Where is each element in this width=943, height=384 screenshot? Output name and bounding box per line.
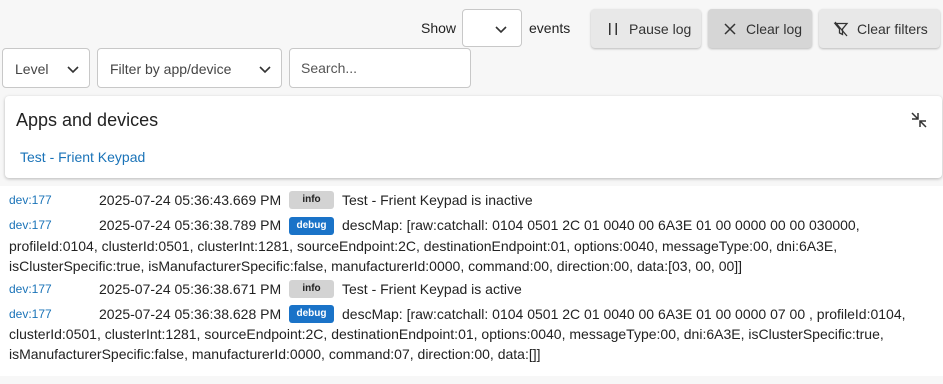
level-badge: info: [289, 191, 334, 210]
show-label: Show: [421, 20, 457, 36]
clear-log-button[interactable]: Clear log: [708, 9, 812, 48]
log-entry: dev:177 2025-07-24 05:36:43.669 PM info Te…: [0, 190, 943, 210]
log-message: Test - Frient Keypad is active: [342, 280, 522, 297]
chevron-down-icon: [259, 66, 271, 74]
log-source-link[interactable]: dev:177: [9, 279, 52, 299]
app-device-filter-label: Filter by app/device: [110, 61, 232, 77]
log-timestamp: 2025-07-24 05:36:38.671 PM: [99, 280, 282, 297]
log-timestamp: 2025-07-24 05:36:43.669 PM: [99, 192, 282, 208]
log-source-link[interactable]: dev:177: [9, 215, 52, 235]
app-device-filter-select[interactable]: Filter by app/device: [97, 48, 282, 88]
level-badge: info: [289, 279, 334, 298]
level-badge: debug: [289, 216, 334, 235]
close-icon: [724, 22, 736, 35]
level-badge: debug: [289, 305, 334, 324]
clear-filters-button[interactable]: Clear filters: [819, 9, 940, 48]
log-message: descMap: [raw:catchall: 0104 0501 2C 01 …: [342, 217, 860, 234]
log-timestamp: 2025-07-24 05:36:38.789 PM: [99, 217, 282, 234]
clear-log-label: Clear log: [746, 20, 803, 37]
pause-log-button[interactable]: Pause log: [591, 9, 701, 48]
apps-devices-panel: Apps and devices Test - Frient Keypad: [5, 96, 942, 178]
log-source-link[interactable]: dev:177: [9, 304, 52, 324]
collapse-icon[interactable]: [910, 111, 928, 129]
log-entry: dev:177 2025-07-24 05:36:38.671 PM info Te…: [0, 279, 943, 299]
log-list: dev:177 2025-07-24 05:36:43.669 PM info Te…: [0, 186, 943, 376]
device-filter-link[interactable]: Test - Frient Keypad: [20, 149, 145, 165]
log-source-link[interactable]: dev:177: [9, 190, 52, 210]
chevron-down-icon: [67, 66, 79, 74]
chevron-down-icon: [495, 26, 507, 34]
level-select[interactable]: Level: [2, 48, 90, 88]
search-field: [289, 48, 471, 88]
log-message: Test - Frient Keypad is inactive: [342, 192, 533, 208]
log-entry: dev:177 2025-07-24 05:36:38.628 PM debug d…: [0, 304, 943, 364]
log-message-continued: profileId:0104, clusterId:0501, clusterI…: [9, 237, 838, 274]
pause-log-label: Pause log: [629, 20, 692, 37]
event-count-select[interactable]: [462, 9, 522, 47]
apps-devices-title: Apps and devices: [16, 110, 159, 130]
level-select-label: Level: [15, 61, 49, 77]
search-input[interactable]: [290, 49, 470, 87]
events-label: events: [529, 20, 571, 36]
pause-icon: [609, 22, 617, 35]
log-message-continued: clusterId:0501, clusterInt:1281, sourceE…: [9, 326, 884, 363]
log-message: descMap: [raw:catchall: 0104 0501 2C 01 …: [342, 305, 906, 322]
clear-filters-label: Clear filters: [857, 20, 928, 37]
log-timestamp: 2025-07-24 05:36:38.628 PM: [99, 305, 282, 322]
filter-off-icon: [833, 21, 849, 36]
log-entry: dev:177 2025-07-24 05:36:38.789 PM debug d…: [0, 215, 943, 275]
